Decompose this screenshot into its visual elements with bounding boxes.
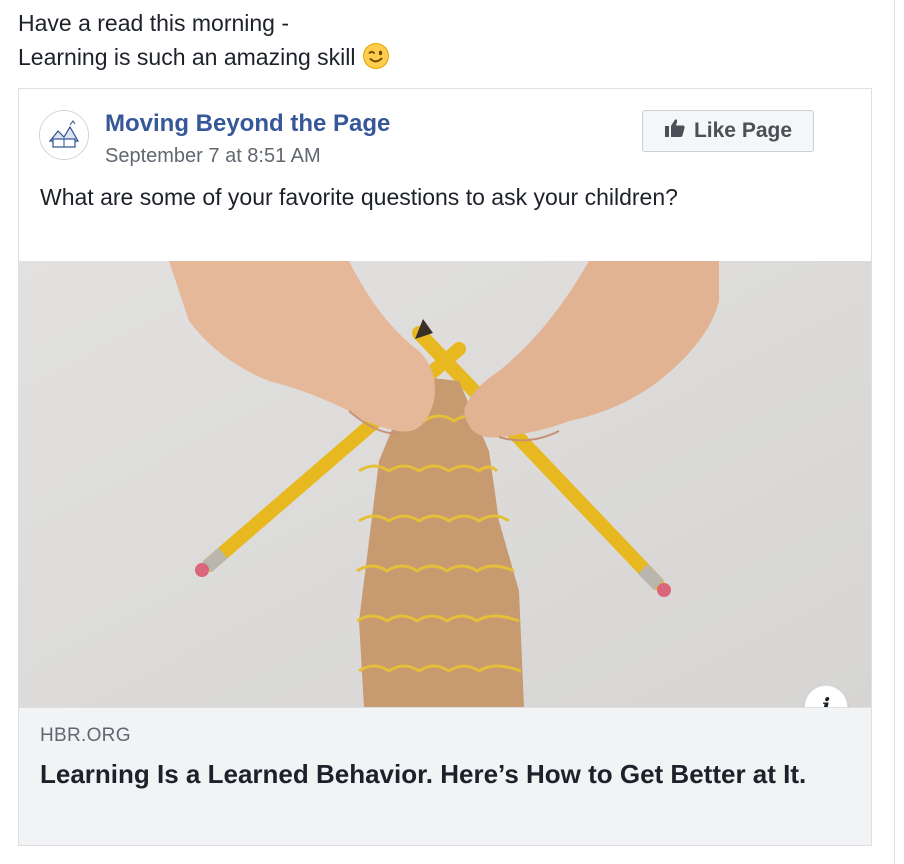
shared-post-card: Moving Beyond the Page September 7 at 8:… [18,88,872,846]
shared-post-message: What are some of your favorite questions… [40,184,678,210]
link-preview-image[interactable] [19,261,871,707]
page-name-link[interactable]: Moving Beyond the Page [105,110,390,138]
page-avatar[interactable] [39,110,89,160]
like-page-button[interactable]: Like Page [642,110,814,152]
thumbs-up-icon [664,118,686,144]
post-text-line-2-label: Learning is such an amazing skill [18,44,356,70]
link-preview-meta[interactable]: HBR.ORG Learning Is a Learned Behavior. … [19,707,871,845]
post-timestamp-link[interactable]: September 7 at 8:51 AM [105,145,321,168]
link-domain: HBR.ORG [40,725,131,746]
page-logo [40,111,88,159]
post-text-line-1: Have a read this morning - [18,10,290,36]
like-page-label: Like Page [693,119,793,142]
post-text-line-2: Learning is such an amazing skill [18,40,390,79]
right-border [894,0,895,864]
winking-face-emoji-icon [362,42,390,79]
shared-post-header: Moving Beyond the Page September 7 at 8:… [19,89,871,261]
post-text: Have a read this morning - Learning is s… [18,6,390,79]
link-title[interactable]: Learning Is a Learned Behavior. Here’s H… [40,756,860,792]
